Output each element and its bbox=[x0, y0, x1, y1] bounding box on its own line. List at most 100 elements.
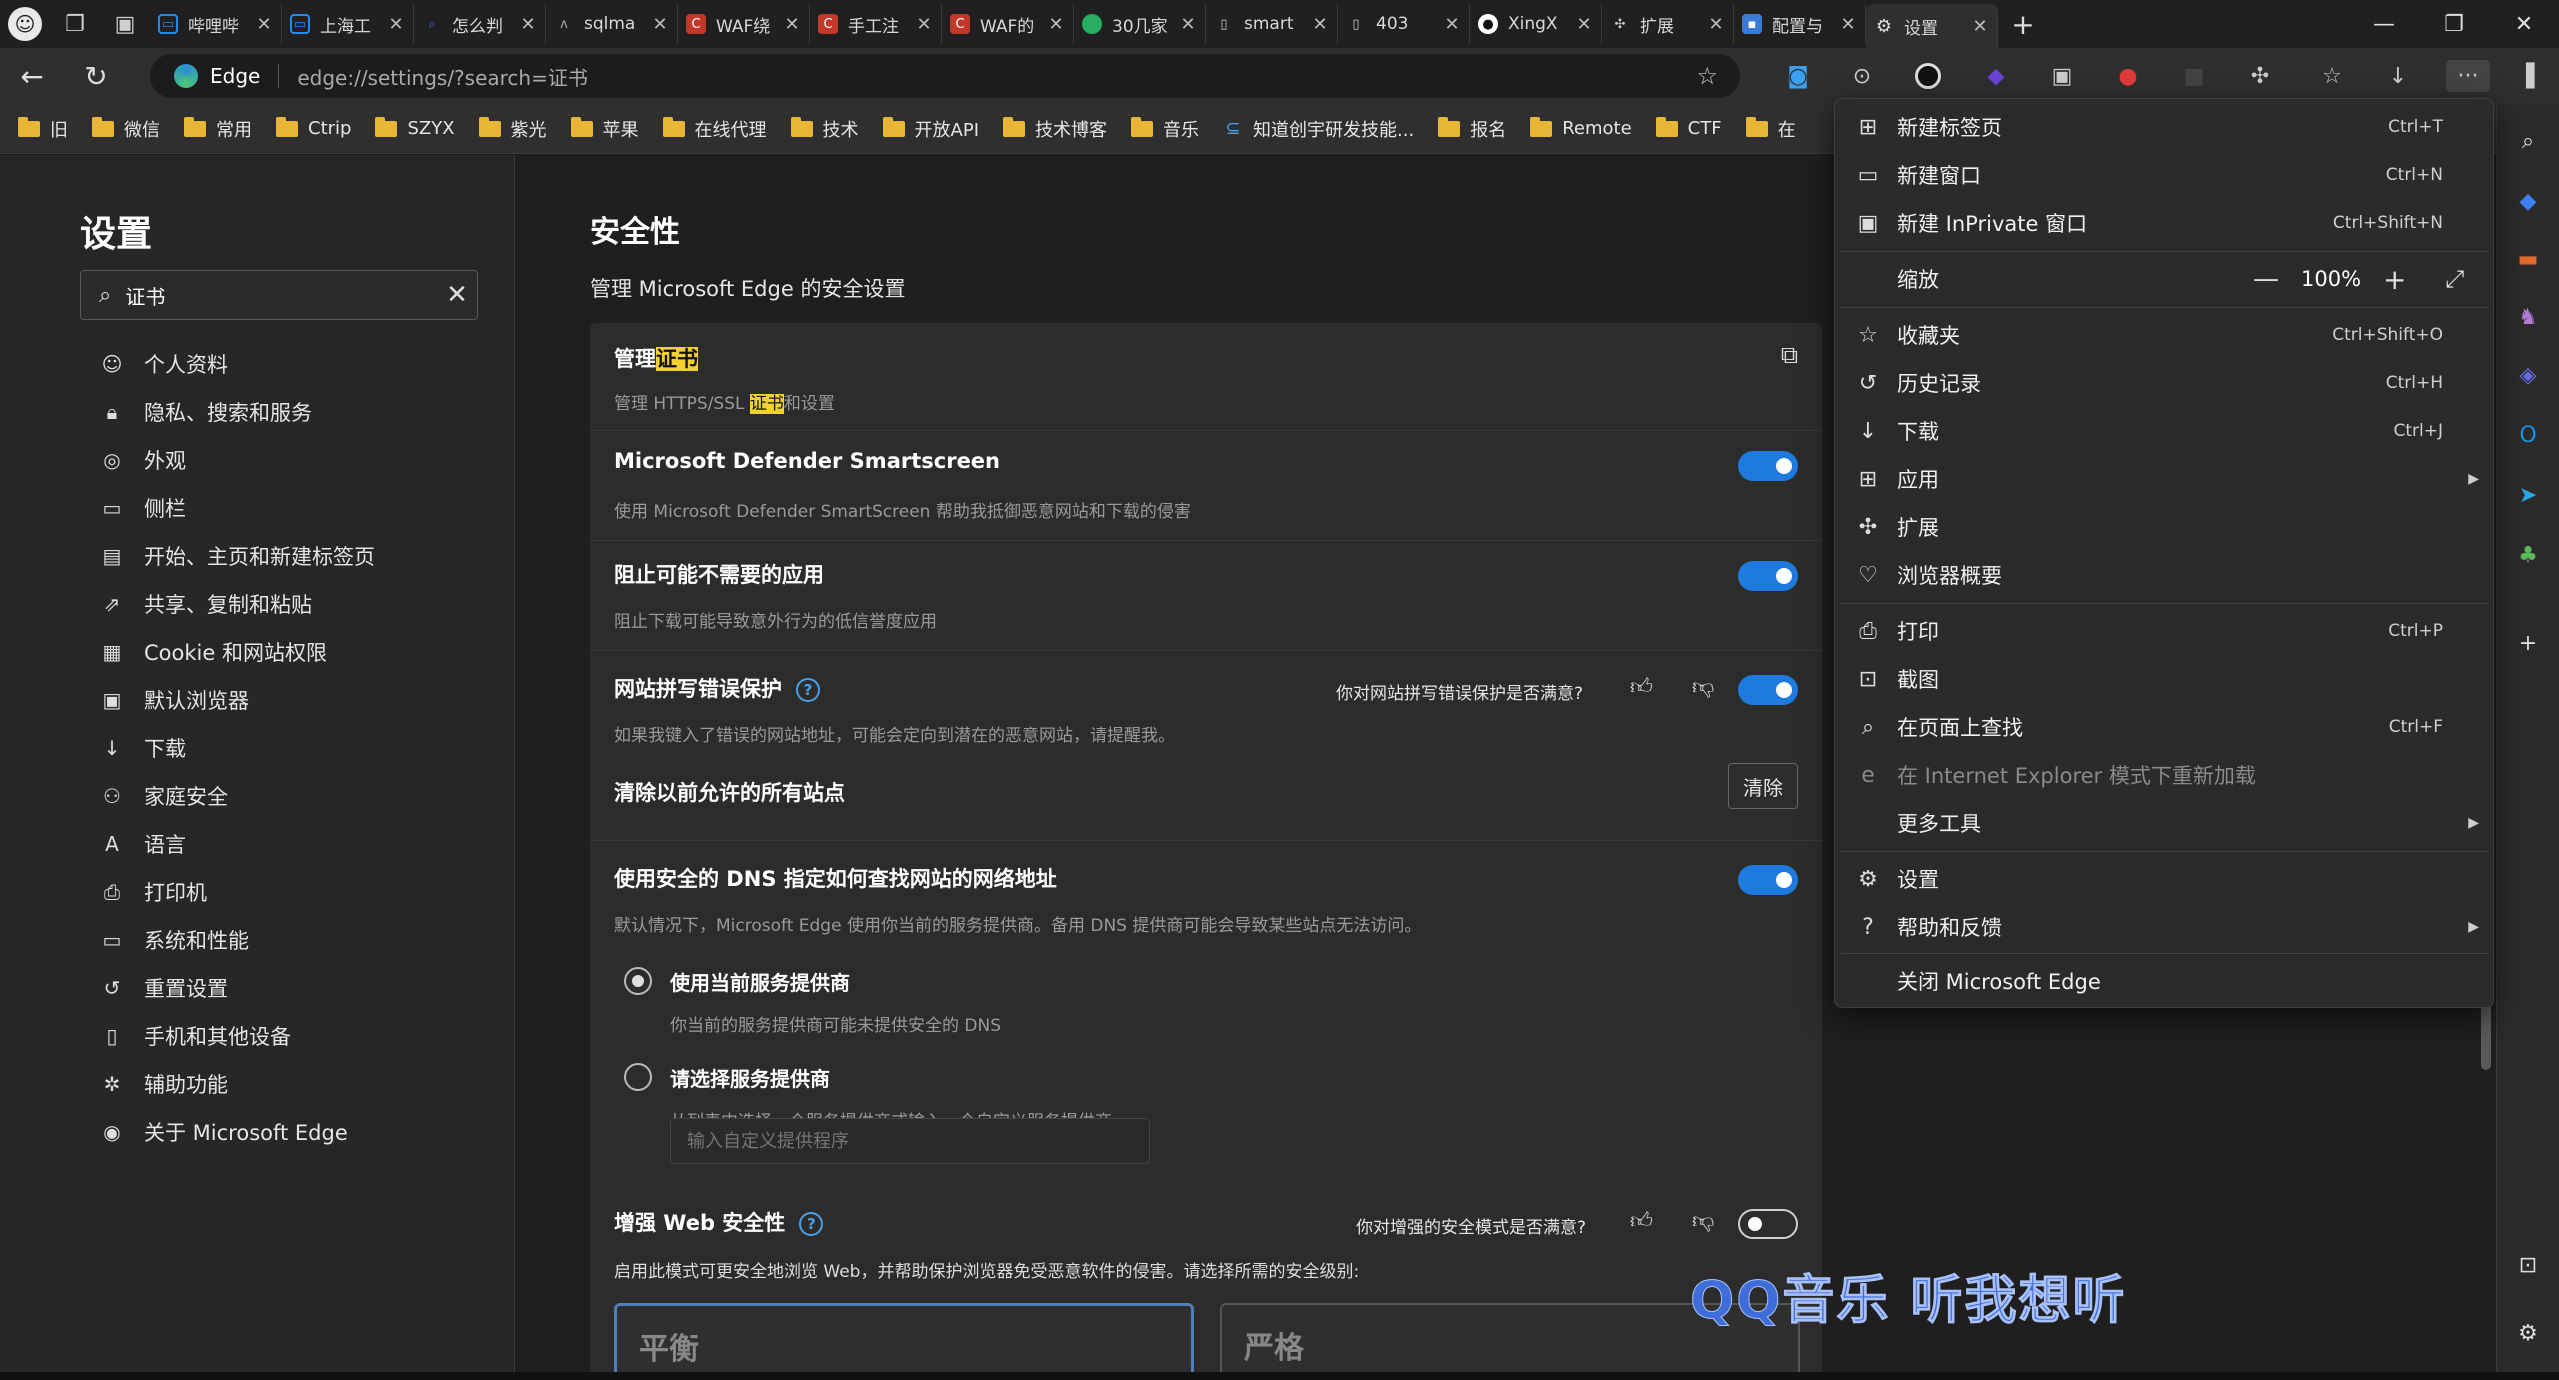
close-icon[interactable]: ✕ bbox=[1707, 14, 1725, 35]
favorites-icon[interactable]: ☆ bbox=[2316, 60, 2348, 92]
bookmark-folder[interactable]: 技术博客 bbox=[1003, 116, 1107, 142]
custom-dns-input[interactable] bbox=[670, 1118, 1150, 1164]
sidebar-item-accessibility[interactable]: ✲ 辅助功能 bbox=[100, 1060, 375, 1108]
copilot-icon[interactable]: ◈ bbox=[2513, 360, 2543, 390]
close-icon[interactable]: ✕ bbox=[1179, 14, 1197, 35]
tree-icon[interactable]: ♣ bbox=[2513, 540, 2543, 570]
menu-item-help[interactable]: ? 帮助和反馈 ▶ bbox=[1835, 903, 2495, 951]
close-icon[interactable]: ✕ bbox=[1443, 14, 1461, 35]
tab[interactable]: ▪ 配置与 ✕ bbox=[1734, 4, 1866, 44]
tag-icon[interactable]: ◆ bbox=[2513, 186, 2543, 216]
thumbs-up-icon[interactable]: 👍︎ bbox=[1630, 673, 1653, 700]
tab[interactable]: ⌕ 怎么判 ✕ bbox=[414, 4, 546, 44]
menu-item-print[interactable]: ⎙ 打印 Ctrl+P bbox=[1835, 607, 2495, 655]
minimize-button[interactable]: — bbox=[2349, 0, 2419, 48]
menu-item-browser-essentials[interactable]: ♡ 浏览器概要 bbox=[1835, 551, 2495, 599]
clear-button[interactable]: 清除 bbox=[1728, 763, 1798, 809]
extension-gem-icon[interactable]: ◆ bbox=[1980, 60, 2012, 92]
help-icon[interactable]: ? bbox=[796, 678, 820, 702]
tab[interactable]: C WAF绕 ✕ bbox=[678, 4, 810, 44]
menu-item-settings[interactable]: ⚙ 设置 bbox=[1835, 855, 2495, 903]
menu-item-history[interactable]: ↺ 历史记录 Ctrl+H bbox=[1835, 359, 2495, 407]
bookmark-folder[interactable]: 音乐 bbox=[1131, 116, 1199, 142]
level-balanced-card[interactable]: 平衡 bbox=[614, 1303, 1194, 1380]
extension-dark-icon[interactable]: ■ bbox=[2178, 60, 2210, 92]
dns-choose-radio[interactable] bbox=[624, 1063, 652, 1091]
gear-icon[interactable]: ⚙ bbox=[2513, 1318, 2543, 1348]
new-tab-button[interactable]: + bbox=[1998, 8, 2048, 41]
back-button[interactable]: ← bbox=[0, 48, 64, 104]
bookmark-folder[interactable]: 紫光 bbox=[478, 116, 547, 142]
close-icon[interactable]: ✕ bbox=[387, 14, 405, 35]
external-link-icon[interactable]: ⧉ bbox=[1781, 341, 1798, 369]
sidebar-item-system[interactable]: ▭ 系统和性能 bbox=[100, 916, 375, 964]
extension-sync-icon[interactable]: ◙ bbox=[1782, 60, 1814, 92]
bookmark-folder[interactable]: 常用 bbox=[184, 116, 252, 142]
tab[interactable]: ✣ 扩展 ✕ bbox=[1602, 4, 1734, 44]
tab[interactable]: ● XingX ✕ bbox=[1470, 4, 1602, 44]
toolbox-icon[interactable]: ▬ bbox=[2513, 244, 2543, 274]
menu-item-new-window[interactable]: ▭ 新建窗口 Ctrl+N bbox=[1835, 151, 2495, 199]
tab[interactable]: ʌ sqlma ✕ bbox=[546, 4, 678, 44]
bookmark-folder[interactable]: 在线代理 bbox=[662, 116, 767, 142]
menu-item-favorites[interactable]: ☆ 收藏夹 Ctrl+Shift+O bbox=[1835, 311, 2495, 359]
extensions-icon[interactable]: ✣ bbox=[2244, 60, 2276, 92]
close-icon[interactable]: ✕ bbox=[1839, 14, 1857, 35]
thumbs-up-icon[interactable]: 👍︎ bbox=[1630, 1207, 1653, 1234]
extension-circle-icon[interactable] bbox=[1912, 60, 1944, 92]
menu-item-screenshot[interactable]: ⊡ 截图 bbox=[1835, 655, 2495, 703]
thumbs-down-icon[interactable]: 👎︎ bbox=[1692, 1207, 1714, 1234]
fullscreen-icon[interactable]: ⤢ bbox=[2445, 265, 2464, 293]
typo-toggle[interactable] bbox=[1738, 675, 1798, 705]
bookmark-folder[interactable]: 报名 bbox=[1438, 116, 1506, 142]
more-menu-button[interactable]: ··· bbox=[2446, 60, 2490, 92]
sidebar-item-sidebar[interactable]: ▭ 侧栏 bbox=[100, 484, 375, 532]
sidebar-item-family[interactable]: ⚇ 家庭安全 bbox=[100, 772, 375, 820]
menu-item-close-edge[interactable]: 关闭 Microsoft Edge bbox=[1835, 957, 2495, 1005]
bookmark-folder[interactable]: 在 bbox=[1745, 116, 1796, 142]
menu-item-apps[interactable]: ⊞ 应用 ▶ bbox=[1835, 455, 2495, 503]
smartscreen-toggle[interactable] bbox=[1738, 451, 1798, 481]
bookmark-link[interactable]: ⊆ 知道创宇研发技能... bbox=[1223, 116, 1414, 142]
tab[interactable]: 30几家 ✕ bbox=[1074, 4, 1206, 44]
help-icon[interactable]: ? bbox=[799, 1212, 824, 1236]
tab[interactable]: C WAF的 ✕ bbox=[942, 4, 1074, 44]
bookmark-folder[interactable]: 苹果 bbox=[570, 116, 639, 142]
workspaces-icon[interactable]: ❐ bbox=[50, 0, 100, 48]
sidebar-item-phone[interactable]: ▯ 手机和其他设备 bbox=[100, 1012, 375, 1060]
extension-screenshot-icon[interactable]: ▣ bbox=[2046, 60, 2078, 92]
settings-search[interactable]: ⌕ ✕ bbox=[80, 270, 478, 320]
sidebar-item-reset[interactable]: ↺ 重置设置 bbox=[100, 964, 375, 1012]
search-icon[interactable]: ⌕ bbox=[2513, 126, 2543, 156]
close-icon[interactable]: ✕ bbox=[1971, 16, 1989, 37]
close-window-button[interactable]: ✕ bbox=[2489, 0, 2559, 48]
tab-settings[interactable]: ⚙ 设置 ✕ bbox=[1866, 4, 1998, 48]
close-icon[interactable]: ✕ bbox=[1575, 14, 1593, 35]
sidebar-item-printers[interactable]: ⎙ 打印机 bbox=[100, 868, 375, 916]
screenshot-icon[interactable]: ⊡ bbox=[2513, 1250, 2543, 1280]
close-icon[interactable]: ✕ bbox=[651, 14, 669, 35]
sidebar-item-share[interactable]: ⇗ 共享、复制和粘贴 bbox=[100, 580, 375, 628]
address-bar[interactable]: Edge edge://settings/?search=证书 ☆ bbox=[150, 54, 1740, 98]
dns-current-radio[interactable] bbox=[624, 967, 652, 995]
dns-toggle[interactable] bbox=[1738, 865, 1798, 895]
menu-item-inprivate[interactable]: ▣ 新建 InPrivate 窗口 Ctrl+Shift+N bbox=[1835, 199, 2495, 247]
menu-item-new-tab[interactable]: ⊞ 新建标签页 Ctrl+T bbox=[1835, 103, 2495, 151]
tab[interactable]: ▭ 哔哩哔 ✕ bbox=[150, 4, 282, 44]
sidebar-item-start[interactable]: ▤ 开始、主页和新建标签页 bbox=[100, 532, 375, 580]
bookmark-folder[interactable]: 旧 bbox=[18, 116, 68, 142]
close-icon[interactable]: ✕ bbox=[255, 14, 273, 35]
sidebar-item-languages[interactable]: A 语言 bbox=[100, 820, 375, 868]
sidebar-item-privacy[interactable]: 🔒︎ 隐私、搜索和服务 bbox=[100, 388, 375, 436]
extension-red-icon[interactable]: ● bbox=[2112, 60, 2144, 92]
close-icon[interactable]: ✕ bbox=[783, 14, 801, 35]
sidebar-item-appearance[interactable]: ◎ 外观 bbox=[100, 436, 375, 484]
profile-button[interactable]: ☺ bbox=[0, 0, 50, 48]
close-icon[interactable]: ✕ bbox=[915, 14, 933, 35]
close-icon[interactable]: ✕ bbox=[519, 14, 537, 35]
bookmark-folder[interactable]: Remote bbox=[1530, 116, 1632, 139]
sidebar-item-cookies[interactable]: ▦ Cookie 和网站权限 bbox=[100, 628, 375, 676]
restore-button[interactable]: ❐ bbox=[2419, 0, 2489, 48]
scrollbar[interactable] bbox=[2481, 1000, 2491, 1070]
sidebar-item-profile[interactable]: ☺ 个人资料 bbox=[100, 340, 375, 388]
